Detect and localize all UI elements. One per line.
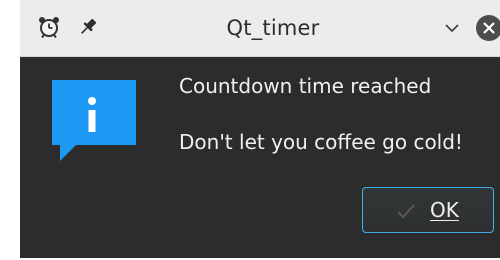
chevron-down-icon[interactable]: [440, 16, 464, 40]
info-icon: [50, 77, 140, 167]
ok-label: OK: [430, 198, 459, 222]
alarm-clock-icon[interactable]: [37, 15, 61, 39]
title-bar[interactable]: Qt_timer: [20, 0, 500, 57]
pin-icon[interactable]: [76, 15, 100, 39]
window-title: Qt_timer: [226, 16, 320, 40]
detail-text: Don't let you coffee go cold!: [179, 130, 463, 154]
message-text: Countdown time reached: [179, 74, 432, 98]
close-icon[interactable]: [474, 13, 500, 43]
dialog-content: Countdown time reached Don't let you cof…: [20, 57, 500, 258]
ok-button[interactable]: OK: [362, 187, 494, 233]
checkmark-icon: [396, 201, 416, 219]
dialog-window: Qt_timer Countdown time reached Don't le…: [20, 0, 500, 258]
